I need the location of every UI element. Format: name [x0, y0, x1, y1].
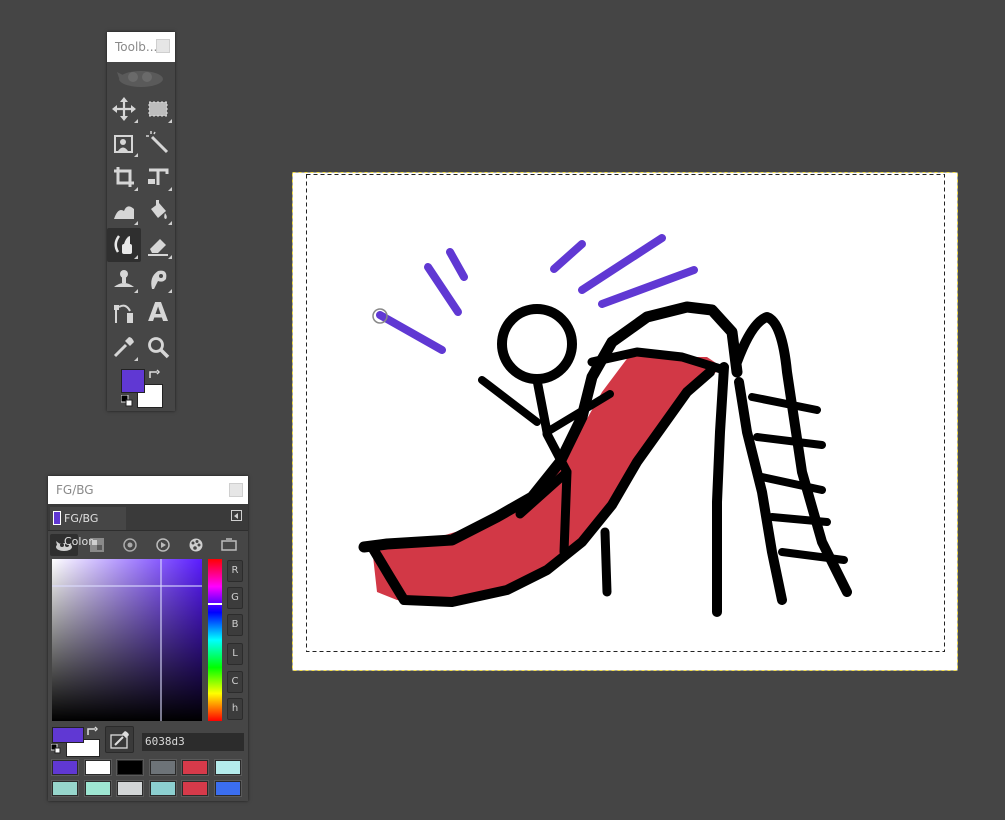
color-history-swatch[interactable]	[213, 759, 242, 776]
hex-color-input[interactable]: 6038d3	[142, 733, 244, 751]
tab-fgbg-color[interactable]: FG/BG Color	[50, 507, 126, 548]
channel-r-button[interactable]: R	[227, 560, 243, 582]
foreground-color-swatch[interactable]	[121, 369, 145, 393]
toolbox-title: Toolb...	[115, 40, 158, 54]
bucket-fill-tool[interactable]	[141, 194, 175, 228]
eyedropper-icon	[109, 730, 129, 749]
color-history-swatch[interactable]	[51, 759, 79, 776]
fg-bg-color-area	[107, 368, 175, 414]
channel-l-button[interactable]: L	[227, 643, 243, 665]
wilber-logo	[107, 62, 175, 90]
crop-icon	[114, 167, 134, 187]
move-icon	[112, 97, 136, 121]
crop-tool[interactable]	[107, 160, 141, 194]
move-tool[interactable]	[107, 92, 141, 126]
crosshair-horizontal	[52, 585, 202, 587]
foreground-select-tool[interactable]	[107, 126, 141, 160]
water-selector-button[interactable]	[116, 534, 144, 556]
saturation-value-area[interactable]	[52, 559, 202, 721]
color-history-swatch[interactable]	[148, 759, 177, 776]
color-history-swatch[interactable]	[148, 780, 177, 797]
text-tool[interactable]: A	[141, 296, 175, 330]
color-history-swatch[interactable]	[181, 780, 209, 797]
toolbox-titlebar[interactable]: Toolb...	[107, 32, 175, 62]
swap-colors-icon[interactable]	[148, 369, 160, 381]
magnifier-icon	[148, 337, 170, 359]
swap-colors-icon[interactable]	[86, 726, 98, 738]
rect-select-icon	[148, 101, 168, 117]
fgbg-title: FG/BG	[56, 483, 94, 497]
zoom-tool[interactable]	[141, 330, 175, 364]
wheel-selector-button[interactable]	[149, 534, 177, 556]
color-history-swatch[interactable]	[116, 759, 144, 776]
toolbox-panel: Toolb... A	[107, 32, 175, 411]
rect-select-tool[interactable]	[141, 92, 175, 126]
color-history-swatch[interactable]	[181, 759, 209, 776]
palette-selector-icon	[189, 538, 203, 552]
scales-selector-button[interactable]	[215, 534, 243, 556]
close-icon[interactable]	[229, 483, 243, 497]
water-selector-icon	[123, 538, 137, 552]
paths-tool[interactable]	[107, 296, 141, 330]
unified-transform-tool[interactable]	[141, 160, 175, 194]
eyedropper-icon	[113, 337, 134, 358]
wheel-selector-icon	[156, 538, 170, 552]
color-history-swatch[interactable]	[51, 780, 79, 797]
crosshair-vertical	[160, 559, 162, 721]
eraser-icon	[148, 239, 168, 256]
bucket-fill-icon	[151, 200, 167, 219]
tab-menu-icon[interactable]	[231, 510, 242, 521]
channel-h-button[interactable]: h	[227, 698, 243, 720]
default-colors-icon[interactable]	[51, 744, 61, 754]
channel-g-button[interactable]: G	[227, 587, 243, 609]
hue-strip[interactable]	[208, 559, 222, 721]
scales-selector-icon	[221, 538, 237, 551]
dialog-foreground-swatch[interactable]	[52, 727, 84, 743]
text-icon: A	[147, 298, 169, 328]
clone-tool[interactable]	[107, 262, 141, 296]
warp-icon	[114, 206, 134, 219]
image-canvas[interactable]	[292, 172, 958, 671]
fgbg-dialog: FG/BG FG/BG Color R G B L C h 6038d3	[48, 476, 248, 801]
paintbrush-tool[interactable]	[107, 228, 141, 262]
close-icon[interactable]	[156, 39, 170, 53]
smudge-tool[interactable]	[141, 262, 175, 296]
transform-icon	[148, 168, 169, 185]
dock-tabbar: FG/BG Color	[48, 504, 248, 548]
paths-icon	[114, 304, 133, 323]
fgbg-titlebar[interactable]: FG/BG	[48, 476, 248, 504]
color-history-swatch[interactable]	[213, 780, 242, 797]
palette-selector-button[interactable]	[182, 534, 210, 556]
eraser-tool[interactable]	[141, 228, 175, 262]
foreground-select-icon	[114, 135, 133, 153]
default-colors-icon[interactable]	[121, 395, 133, 407]
warp-transform-tool[interactable]	[107, 194, 141, 228]
smudge-icon	[151, 270, 167, 289]
channel-b-button[interactable]: B	[227, 614, 243, 636]
color-history-swatch[interactable]	[116, 780, 144, 797]
fgbg-color-icon	[53, 511, 61, 525]
color-history-swatch[interactable]	[83, 780, 112, 797]
color-history-swatch[interactable]	[83, 759, 112, 776]
hue-marker	[208, 603, 222, 605]
magic-wand-icon	[146, 131, 169, 154]
fuzzy-select-tool[interactable]	[141, 126, 175, 160]
color-picker-button[interactable]	[105, 726, 134, 753]
color-picker-tool[interactable]	[107, 330, 141, 364]
channel-c-button[interactable]: C	[227, 671, 243, 693]
clone-stamp-icon	[114, 270, 134, 287]
